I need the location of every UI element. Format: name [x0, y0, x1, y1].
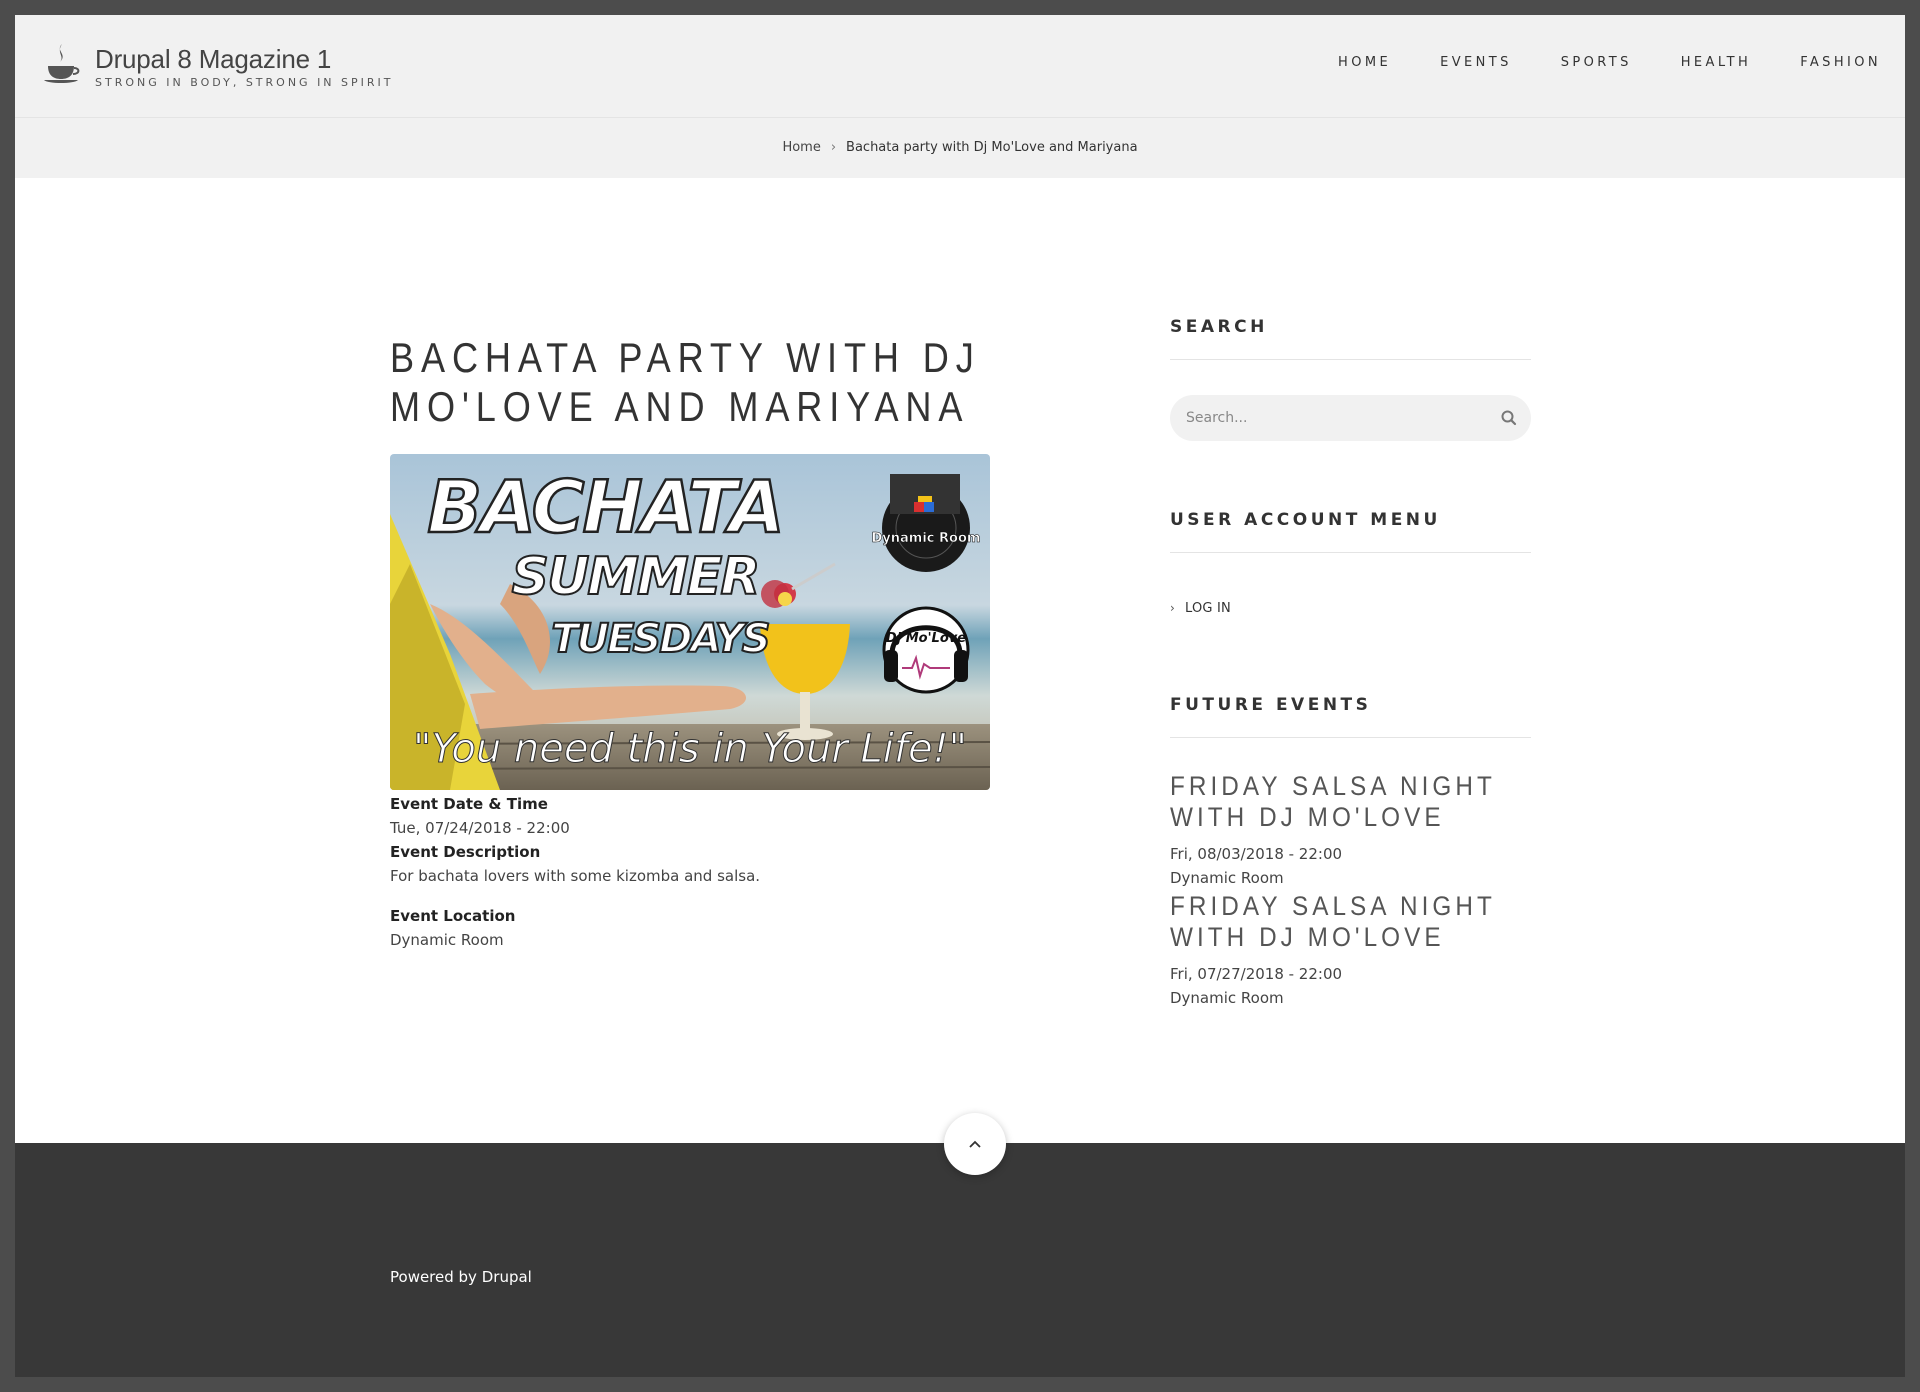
poster-headline-2: SUMMER — [512, 547, 759, 607]
search-icon[interactable] — [1499, 408, 1519, 428]
future-events-title: FUTURE EVENTS — [1170, 695, 1531, 738]
drupal-link[interactable]: Drupal — [482, 1268, 532, 1286]
page-frame: Drupal 8 Magazine 1 STRONG IN BODY, STRO… — [15, 15, 1905, 1377]
future-event-title-line1: FRIDAY SALSA NIGHT — [1170, 891, 1496, 921]
chevron-right-icon: › — [1170, 601, 1175, 615]
breadcrumb-current: Bachata party with Dj Mo'Love and Mariya… — [846, 140, 1138, 155]
nav-item-fashion[interactable]: FASHION — [1776, 55, 1905, 70]
breadcrumb: Home › Bachata party with Dj Mo'Love and M… — [15, 118, 1905, 178]
search-block-title: SEARCH — [1170, 317, 1531, 360]
login-link[interactable]: › LOG IN — [1170, 601, 1231, 616]
future-event-title[interactable]: FRIDAY SALSA NIGHT WITH DJ MO'LOVE — [1170, 891, 1530, 953]
main-nav: HOME EVENTS SPORTS HEALTH FASHION — [1313, 55, 1905, 70]
powered-by-prefix: Powered by — [390, 1268, 477, 1286]
poster-logo-dynamic-room: Dynamic Room — [872, 531, 981, 546]
search-input[interactable] — [1170, 395, 1490, 441]
event-fields: Event Date & Time Tue, 07/24/2018 - 22:0… — [390, 795, 990, 949]
login-label: LOG IN — [1185, 601, 1231, 616]
event-poster: BACHATA SUMMER TUESDAYS "You need this i… — [390, 454, 990, 790]
chevron-up-icon — [969, 1140, 981, 1148]
breadcrumb-home-link[interactable]: Home — [782, 140, 820, 155]
coffee-cup-icon[interactable] — [41, 42, 81, 86]
page-title: BACHATA PARTY WITH DJ MO'LOVE AND MARIYA… — [390, 333, 992, 431]
site-header: Drupal 8 Magazine 1 STRONG IN BODY, STRO… — [15, 15, 1905, 118]
account-menu-title: USER ACCOUNT MENU — [1170, 510, 1531, 553]
event-location-label: Event Location — [390, 907, 516, 925]
search-form — [1170, 395, 1531, 441]
event-location-value: Dynamic Room — [390, 931, 504, 949]
future-event-title-line2: WITH DJ MO'LOVE — [1170, 922, 1445, 952]
event-image[interactable]: BACHATA SUMMER TUESDAYS "You need this i… — [390, 454, 990, 790]
event-date-value: Tue, 07/24/2018 - 22:00 — [390, 819, 570, 837]
nav-item-sports[interactable]: SPORTS — [1537, 55, 1656, 70]
future-event-location: Dynamic Room — [1170, 869, 1284, 887]
future-event-date: Fri, 08/03/2018 - 22:00 — [1170, 845, 1343, 863]
future-event-item: FRIDAY SALSA NIGHT WITH DJ MO'LOVE Fri, … — [1170, 771, 1531, 887]
page-title-line1: BACHATA PARTY WITH DJ — [390, 334, 981, 381]
breadcrumb-separator: › — [830, 140, 837, 155]
powered-by: Powered by Drupal — [390, 1268, 532, 1286]
nav-item-health[interactable]: HEALTH — [1657, 55, 1775, 70]
event-date-label: Event Date & Time — [390, 795, 548, 813]
back-to-top-button[interactable] — [944, 1113, 1006, 1175]
future-event-date: Fri, 07/27/2018 - 22:00 — [1170, 965, 1343, 983]
poster-headline-1: BACHATA — [427, 465, 783, 549]
future-event-title-line1: FRIDAY SALSA NIGHT — [1170, 771, 1496, 801]
site-name[interactable]: Drupal 8 Magazine 1 — [95, 44, 331, 75]
page-title-line2: MO'LOVE AND MARIYANA — [390, 383, 970, 430]
future-event-item: FRIDAY SALSA NIGHT WITH DJ MO'LOVE Fri, … — [1170, 891, 1531, 1007]
poster-logo-dj: Dj Mo'Love — [886, 631, 966, 646]
article-header: BACHATA PARTY WITH DJ MO'LOVE AND MARIYA… — [390, 333, 990, 431]
nav-item-home[interactable]: HOME — [1314, 55, 1415, 70]
future-event-title-line2: WITH DJ MO'LOVE — [1170, 802, 1445, 832]
future-event-location: Dynamic Room — [1170, 989, 1284, 1007]
poster-tagline: "You need this in Your Life!" — [413, 726, 967, 772]
poster-headline-3: TUESDAYS — [551, 616, 768, 662]
future-event-title[interactable]: FRIDAY SALSA NIGHT WITH DJ MO'LOVE — [1170, 771, 1530, 833]
site-footer: Powered by Drupal — [15, 1143, 1905, 1377]
event-description-label: Event Description — [390, 843, 541, 861]
nav-item-events[interactable]: EVENTS — [1416, 55, 1536, 70]
site-slogan: STRONG IN BODY, STRONG IN SPIRIT — [95, 76, 394, 89]
event-description-value: For bachata lovers with some kizomba and… — [390, 867, 761, 885]
